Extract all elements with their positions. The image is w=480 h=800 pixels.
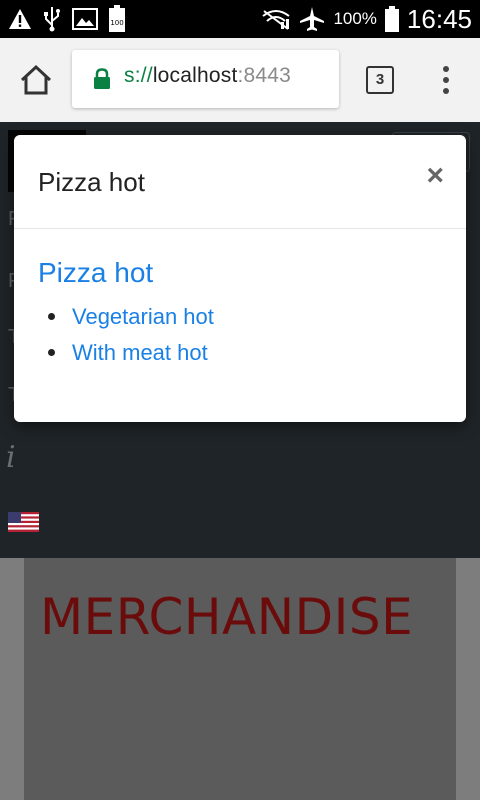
merchandise-title: MERCHANDISE: [40, 588, 414, 646]
us-flag-icon[interactable]: [8, 512, 39, 532]
status-left-icons: 100: [8, 5, 126, 33]
list-item: With meat hot: [48, 339, 448, 375]
battery-percent: 100%: [333, 9, 377, 28]
warning-icon: [9, 9, 31, 29]
modal-header: Pizza hot ×: [14, 135, 466, 229]
pizza-modal: Pizza hot × Pizza hot Vegetarian hot Wit…: [14, 135, 466, 422]
modal-body: Pizza hot Vegetarian hot With meat hot: [38, 257, 448, 375]
tab-switcher-button[interactable]: 3: [366, 66, 394, 94]
status-bar: 100 100% 16:45: [0, 0, 480, 38]
battery-icon: [384, 6, 399, 32]
merchandise-section: MERCHANDISE: [0, 558, 480, 800]
info-icon[interactable]: i: [6, 440, 16, 475]
overflow-menu-icon[interactable]: [436, 66, 456, 96]
lock-icon: [94, 68, 110, 89]
address-bar[interactable]: s://localhost:8443: [72, 50, 339, 108]
list-item: Vegetarian hot: [48, 303, 448, 339]
with-meat-hot-link[interactable]: With meat hot: [72, 340, 208, 365]
modal-title: Pizza hot: [38, 167, 145, 197]
url-text: s://localhost:8443: [124, 64, 291, 88]
home-icon[interactable]: [18, 62, 54, 98]
pizza-list: Vegetarian hot With meat hot: [38, 303, 448, 375]
merchandise-panel: MERCHANDISE: [24, 558, 456, 800]
usb-icon: [44, 7, 60, 32]
no-signal-icon: [262, 10, 291, 30]
clock: 16:45: [406, 3, 472, 34]
browser-toolbar: s://localhost:8443 3: [0, 38, 480, 122]
url-port: :8443: [237, 64, 292, 87]
svg-text:100: 100: [110, 19, 123, 27]
battery-saver-icon: 100: [109, 5, 125, 32]
url-host: localhost: [152, 64, 238, 87]
vegetarian-hot-link[interactable]: Vegetarian hot: [72, 304, 214, 329]
status-right-icons: 100% 16:45: [261, 3, 472, 35]
image-icon: [72, 8, 98, 30]
pizza-hot-link[interactable]: Pizza hot: [38, 257, 448, 289]
airplane-icon: [300, 7, 325, 31]
url-scheme: s://: [124, 64, 153, 87]
close-icon[interactable]: ×: [426, 161, 444, 191]
